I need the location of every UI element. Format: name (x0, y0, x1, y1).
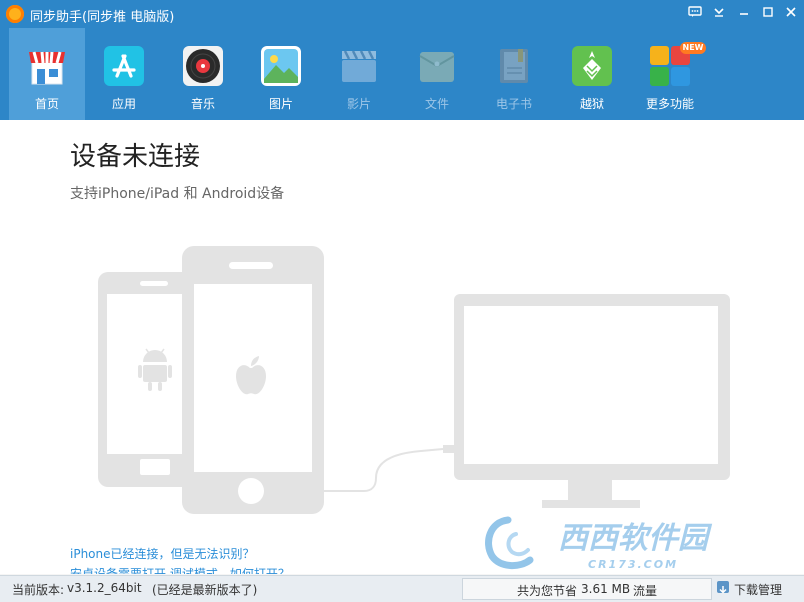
version-status: (已经是最新版本了) (152, 583, 258, 597)
nav-item-files[interactable]: 文件 (399, 28, 475, 120)
dropdown-icon[interactable] (710, 6, 728, 22)
app-store-icon (104, 46, 144, 86)
minimize-icon[interactable] (735, 6, 753, 22)
help-link-android-debug[interactable]: 安卓设备需要打开 调试模式，如何打开？ (70, 564, 290, 574)
usb-cable (324, 448, 444, 492)
device-illustration (98, 246, 730, 514)
folder-icon (417, 46, 457, 86)
watermark-text: 西西软件园 (558, 521, 713, 556)
nav-item-ebooks[interactable]: 电子书 (476, 28, 552, 120)
book-icon (494, 46, 534, 86)
music-disc-icon (183, 46, 223, 86)
nav-item-label: 应用 (111, 97, 136, 111)
feedback-icon[interactable] (686, 6, 704, 22)
picture-icon (261, 46, 301, 86)
help-links: iPhone已经连接，但是无法识别？ 安卓设备需要打开 调试模式，如何打开？ (70, 544, 290, 574)
download-manager-button[interactable]: 下载管理 (734, 581, 782, 598)
nav-item-label: 图片 (268, 97, 293, 111)
version-label: 当前版本: (12, 583, 65, 597)
help-link-iphone-unrecognized[interactable]: iPhone已经连接，但是无法识别？ (70, 544, 290, 564)
nav-item-label: 更多功能 (645, 97, 694, 111)
pineapple-icon (572, 46, 612, 86)
traffic-saved-suffix: 流量 (633, 584, 658, 598)
nav-item-label: 电子书 (495, 97, 532, 111)
page-title: 设备未连接 (70, 142, 201, 172)
nav-item-label: 音乐 (190, 97, 215, 111)
download-icon[interactable] (717, 581, 729, 594)
page-subtitle: 支持iPhone/iPad 和 Android设备 (70, 186, 285, 202)
traffic-saved-amount: 3.61 MB (581, 582, 631, 596)
app-logo-icon (6, 5, 24, 23)
monitor-illustration (454, 294, 730, 508)
clapper-icon (339, 46, 379, 86)
title-bar: 同步助手(同步推 电脑版) (0, 0, 804, 28)
new-badge: NEW (680, 42, 706, 54)
nav-item-home[interactable]: 首页 (9, 28, 85, 120)
nav-item-music[interactable]: 音乐 (165, 28, 241, 120)
nav-item-label: 越狱 (579, 97, 604, 111)
nav-item-label: 影片 (346, 97, 371, 111)
main-toolbar: 首页 应用 音乐 图片 影片 文件 电子书 越狱 NEW 更多功能 (0, 28, 804, 120)
nav-item-movies[interactable]: 影片 (321, 28, 397, 120)
nav-item-pictures[interactable]: 图片 (243, 28, 319, 120)
nav-item-apps[interactable]: 应用 (86, 28, 162, 120)
nav-item-label: 文件 (424, 97, 449, 111)
maximize-icon[interactable] (759, 6, 777, 22)
site-watermark-logo: 西西软件园 CR173.COM (485, 516, 713, 571)
traffic-saved-box: 共为您节省 3.61 MB 流量 (462, 578, 712, 600)
close-icon[interactable] (782, 6, 800, 22)
usb-plug (443, 445, 455, 453)
traffic-saved-prefix: 共为您节省 (517, 584, 578, 598)
store-icon (27, 46, 67, 86)
nav-item-jailbreak[interactable]: 越狱 (554, 28, 630, 120)
version-value: v3.1.2_64bit (67, 581, 142, 595)
nav-item-more[interactable]: NEW 更多功能 (632, 28, 708, 120)
window-title: 同步助手(同步推 电脑版) (30, 10, 175, 25)
nav-item-label: 首页 (34, 97, 59, 111)
watermark-domain: CR173.COM (588, 558, 678, 571)
